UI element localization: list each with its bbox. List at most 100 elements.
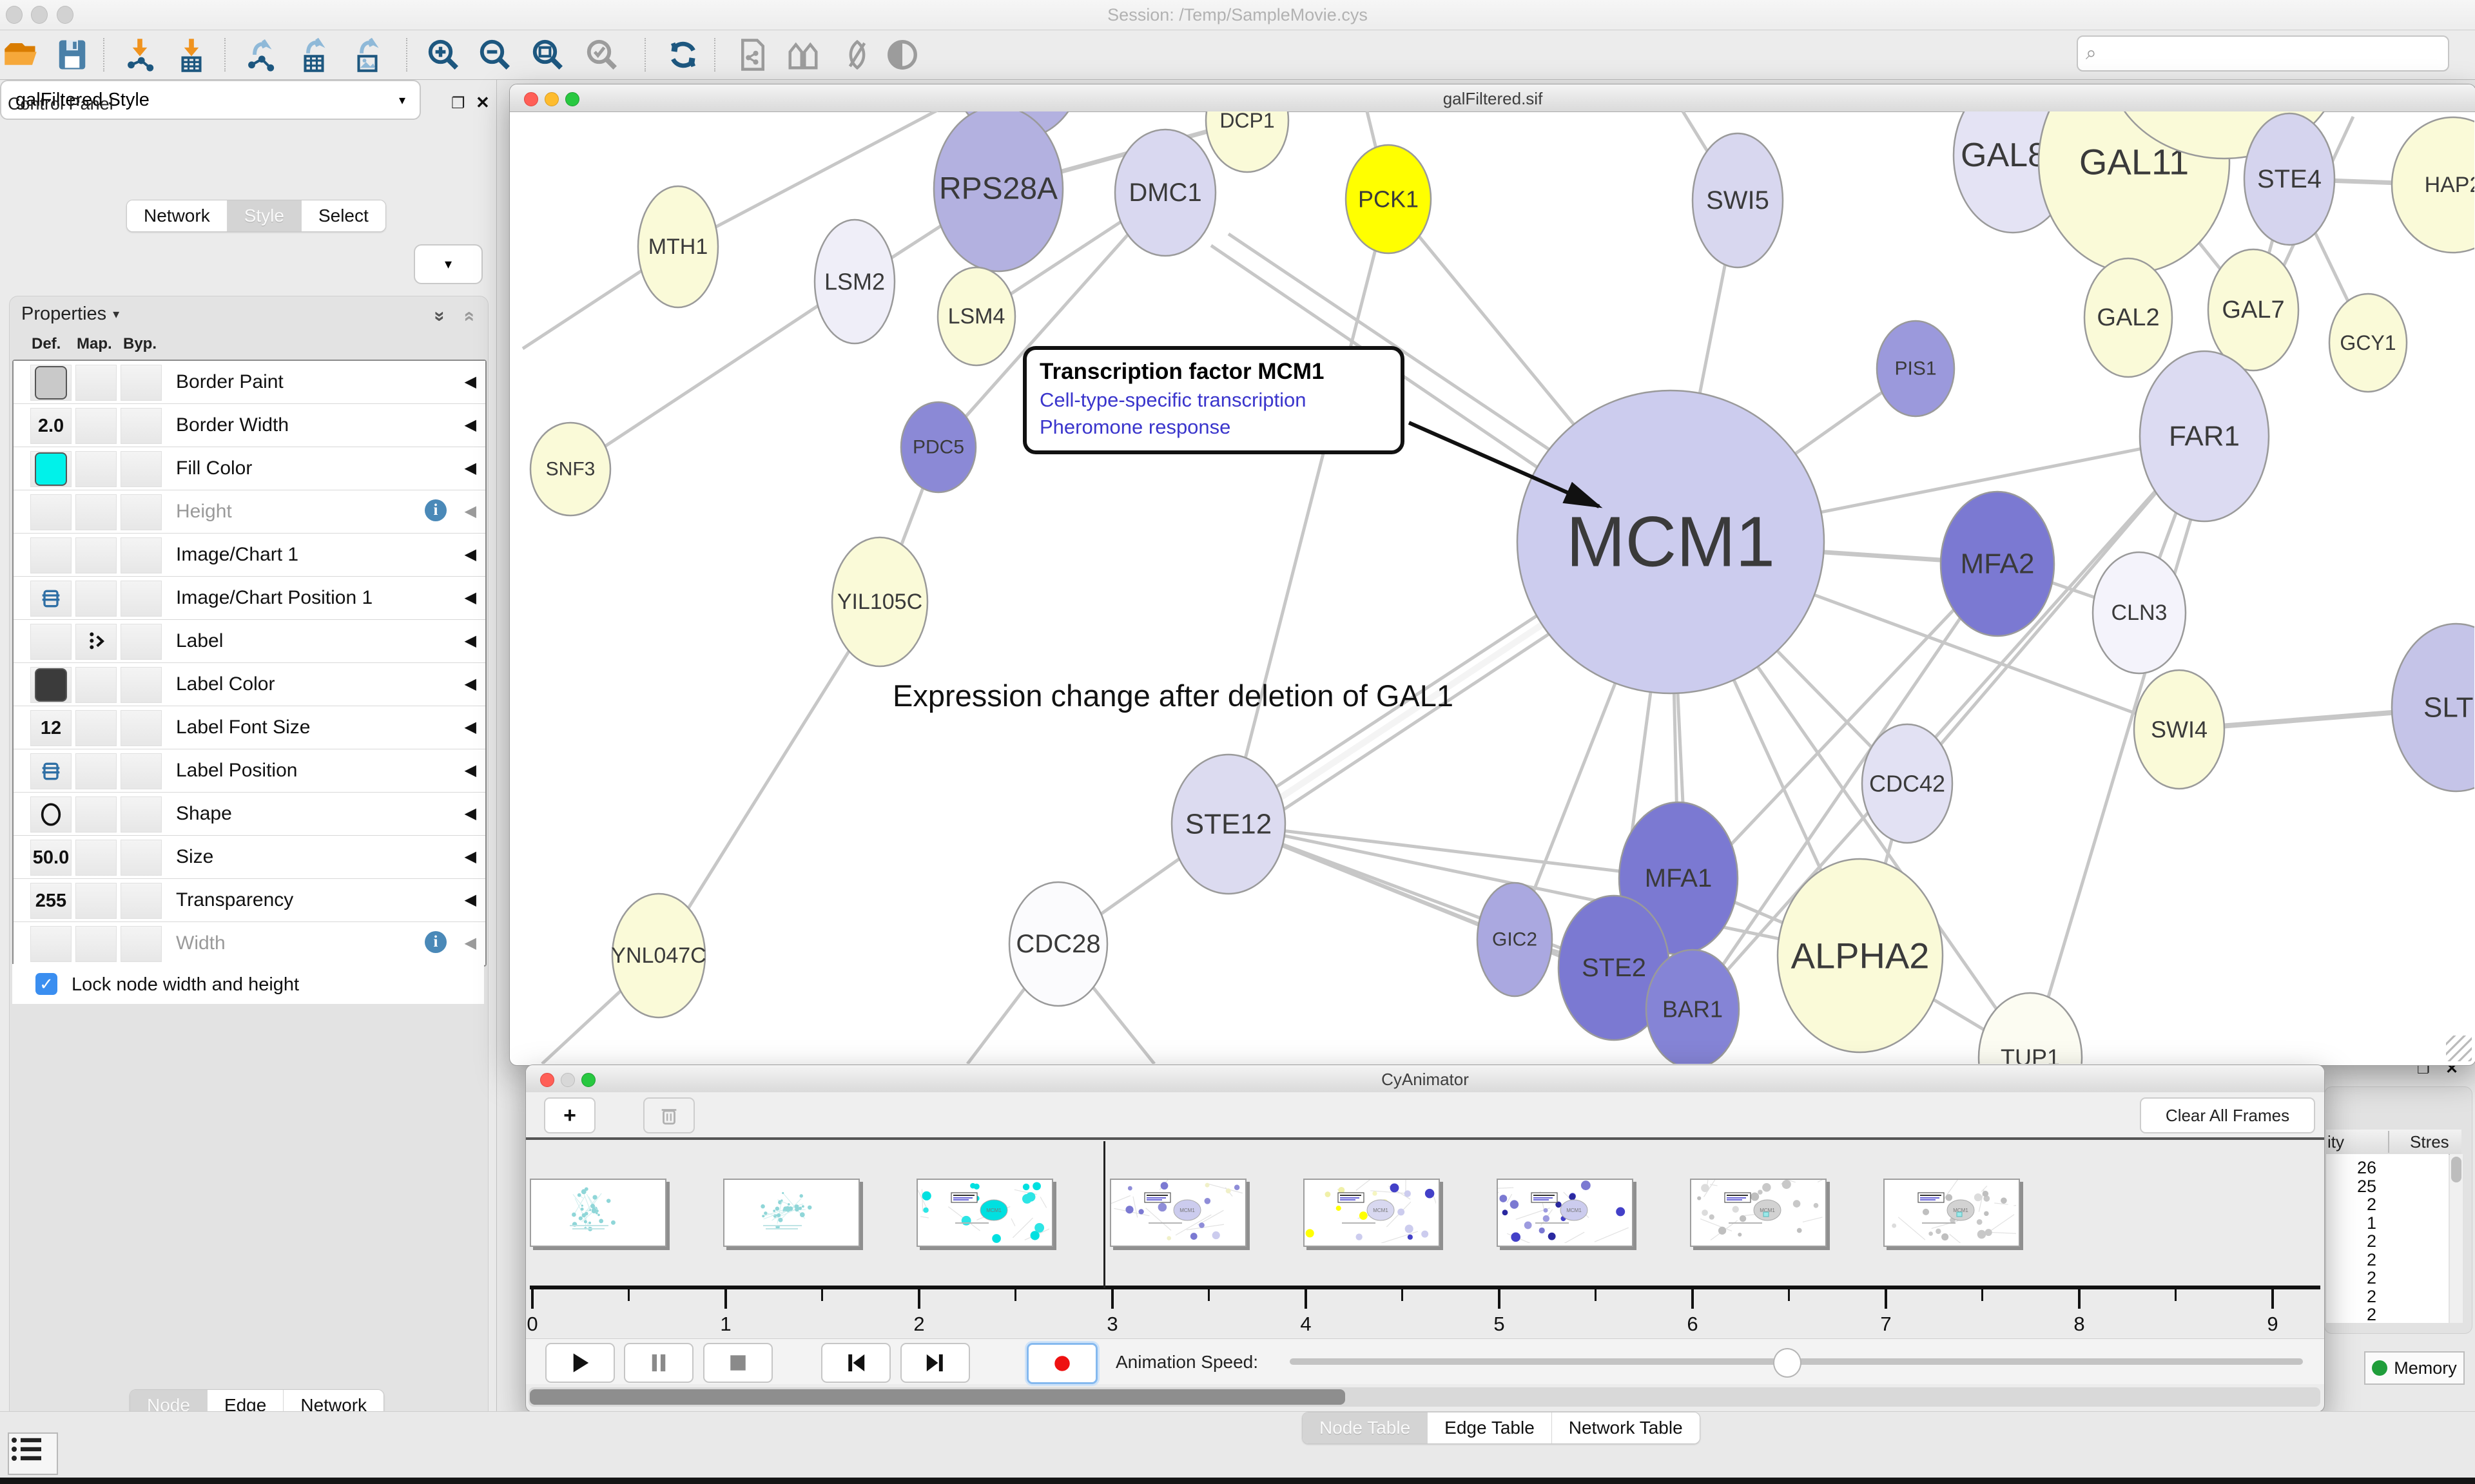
network-node-gic2[interactable]: GIC2 bbox=[1477, 883, 1552, 996]
timeline-frame-2[interactable]: MCM1 bbox=[917, 1179, 1053, 1247]
skip-start-button[interactable] bbox=[821, 1343, 891, 1383]
network-node-dmc1[interactable]: DMC1 bbox=[1115, 130, 1216, 256]
network-node-lsm2[interactable]: LSM2 bbox=[815, 220, 895, 343]
property-row-border-width[interactable]: 2.0Border Width◀ bbox=[14, 404, 485, 447]
property-cell[interactable] bbox=[75, 451, 117, 487]
expand-arrow-icon[interactable]: ◀ bbox=[465, 847, 476, 866]
network-node-yil105c[interactable]: YIL105C bbox=[832, 537, 927, 666]
annotation-link[interactable]: Cell-type-specific transcription bbox=[1040, 389, 1388, 412]
horizontal-scrollbar[interactable] bbox=[529, 1387, 2320, 1407]
property-cell[interactable] bbox=[30, 926, 72, 962]
property-row-size[interactable]: 50.0Size◀ bbox=[14, 836, 485, 879]
network-node-pdc5[interactable]: PDC5 bbox=[901, 402, 976, 492]
timeline-frame-1[interactable] bbox=[723, 1179, 860, 1247]
property-row-fill-color[interactable]: Fill Color◀ bbox=[14, 447, 485, 490]
tab-edge-table[interactable]: Edge Table bbox=[1428, 1412, 1552, 1443]
speed-slider[interactable] bbox=[1290, 1358, 2303, 1365]
table-cell[interactable]: 25 bbox=[2357, 1177, 2376, 1197]
network-node-cln3[interactable]: CLN3 bbox=[2093, 552, 2186, 673]
add-frame-button[interactable]: + bbox=[544, 1097, 596, 1133]
export-network-button[interactable] bbox=[240, 35, 281, 74]
property-cell[interactable] bbox=[30, 796, 72, 833]
property-cell[interactable] bbox=[121, 624, 162, 660]
property-row-label-color[interactable]: Label Color◀ bbox=[14, 663, 485, 706]
property-cell[interactable] bbox=[30, 581, 72, 617]
network-node-ste4[interactable]: STE4 bbox=[2244, 113, 2334, 245]
play-button[interactable] bbox=[545, 1343, 615, 1383]
open-session-button[interactable] bbox=[0, 35, 41, 74]
network-file-button[interactable] bbox=[732, 35, 773, 74]
network-node-snf3[interactable]: SNF3 bbox=[530, 423, 610, 516]
expand-all-icon[interactable]: » bbox=[429, 311, 451, 322]
timeline[interactable]: Seconds 0123456789MCM1MCM1MCM1MCM1MCM1MC… bbox=[526, 1140, 2324, 1337]
expand-arrow-icon[interactable]: ◀ bbox=[465, 804, 476, 823]
property-cell[interactable] bbox=[30, 494, 72, 530]
tab-network[interactable]: Network bbox=[127, 200, 228, 231]
property-cell[interactable] bbox=[121, 840, 162, 876]
expand-arrow-icon[interactable]: ◀ bbox=[465, 459, 476, 477]
network-node-lsm4[interactable]: LSM4 bbox=[938, 267, 1015, 365]
property-cell[interactable] bbox=[75, 926, 117, 962]
table-cell[interactable]: 26 bbox=[2357, 1158, 2376, 1178]
property-cell[interactable] bbox=[75, 581, 117, 617]
property-cell[interactable] bbox=[75, 883, 117, 919]
table-cell[interactable]: 2 bbox=[2367, 1305, 2376, 1325]
property-row-width[interactable]: Widthi◀ bbox=[14, 922, 485, 965]
expand-arrow-icon[interactable]: ◀ bbox=[465, 588, 476, 607]
resize-grip[interactable] bbox=[2446, 1036, 2472, 1061]
network-node-gal7[interactable]: GAL7 bbox=[2208, 249, 2298, 371]
color-swatch[interactable] bbox=[35, 366, 67, 400]
property-cell[interactable] bbox=[121, 883, 162, 919]
property-cell[interactable] bbox=[30, 667, 72, 703]
property-cell[interactable] bbox=[121, 796, 162, 833]
property-cell[interactable] bbox=[121, 753, 162, 789]
network-window-titlebar[interactable]: galFiltered.sif bbox=[510, 84, 2475, 112]
tab-node-table[interactable]: Node Table bbox=[1303, 1412, 1428, 1443]
default-value[interactable]: 50.0 bbox=[33, 847, 69, 869]
table-scrollbar[interactable] bbox=[2450, 1154, 2463, 1323]
property-cell[interactable] bbox=[30, 624, 72, 660]
timeline-frame-7[interactable]: MCM1 bbox=[1883, 1179, 2020, 1247]
annotation-box[interactable]: Transcription factor MCM1 Cell-type-spec… bbox=[1023, 346, 1404, 454]
property-cell[interactable] bbox=[75, 667, 117, 703]
cyanimator-titlebar[interactable]: CyAnimator bbox=[526, 1065, 2324, 1093]
property-cell[interactable]: 2.0 bbox=[30, 408, 72, 444]
annotation-link[interactable]: Pheromone response bbox=[1040, 416, 1388, 439]
zoom-fit-button[interactable] bbox=[527, 35, 568, 74]
expand-arrow-icon[interactable]: ◀ bbox=[465, 545, 476, 564]
property-row-height[interactable]: Heighti◀ bbox=[14, 490, 485, 534]
network-node-slt2[interactable]: SLT2 bbox=[2392, 624, 2474, 791]
property-cell[interactable] bbox=[75, 408, 117, 444]
property-cell[interactable]: 12 bbox=[30, 710, 72, 746]
expand-arrow-icon[interactable]: ◀ bbox=[465, 891, 476, 909]
tab-network-table[interactable]: Network Table bbox=[1552, 1412, 1700, 1443]
scrollbar-thumb[interactable] bbox=[530, 1389, 1345, 1405]
column-header[interactable]: Stres bbox=[2410, 1132, 2449, 1152]
property-row-image-chart-1[interactable]: Image/Chart 1◀ bbox=[14, 534, 485, 577]
timeline-frame-6[interactable]: MCM1 bbox=[1690, 1179, 1827, 1247]
info-icon[interactable]: i bbox=[425, 931, 447, 953]
property-cell[interactable] bbox=[121, 451, 162, 487]
network-node-far1[interactable]: FAR1 bbox=[2140, 351, 2269, 521]
network-node-gcy1[interactable]: GCY1 bbox=[2329, 294, 2407, 392]
tab-style[interactable]: Style bbox=[228, 200, 302, 231]
expand-arrow-icon[interactable]: ◀ bbox=[465, 416, 476, 434]
property-row-shape[interactable]: Shape◀ bbox=[14, 793, 485, 836]
stop-button[interactable] bbox=[703, 1343, 773, 1383]
style-menu-button[interactable]: ▾ bbox=[414, 244, 483, 284]
property-row-image-chart-position-1[interactable]: Image/Chart Position 1◀ bbox=[14, 577, 485, 620]
column-divider[interactable] bbox=[2388, 1131, 2389, 1153]
table-cell[interactable]: 2 bbox=[2367, 1268, 2376, 1288]
expand-arrow-icon[interactable]: ◀ bbox=[465, 631, 476, 650]
property-row-border-paint[interactable]: Border Paint◀ bbox=[14, 361, 485, 404]
table-cell[interactable]: 2 bbox=[2367, 1231, 2376, 1251]
delete-frame-button[interactable] bbox=[643, 1097, 695, 1133]
network-node-gal2[interactable]: GAL2 bbox=[2084, 258, 2172, 377]
table-cell[interactable]: 2 bbox=[2367, 1250, 2376, 1270]
search-field[interactable]: ⌕ bbox=[2077, 35, 2449, 72]
clear-all-frames-button[interactable]: Clear All Frames bbox=[2140, 1097, 2315, 1133]
network-node-hap2[interactable]: HAP2 bbox=[2392, 117, 2474, 253]
property-cell[interactable] bbox=[121, 537, 162, 573]
first-neighbors-button[interactable] bbox=[782, 35, 824, 74]
property-cell[interactable] bbox=[75, 624, 117, 660]
